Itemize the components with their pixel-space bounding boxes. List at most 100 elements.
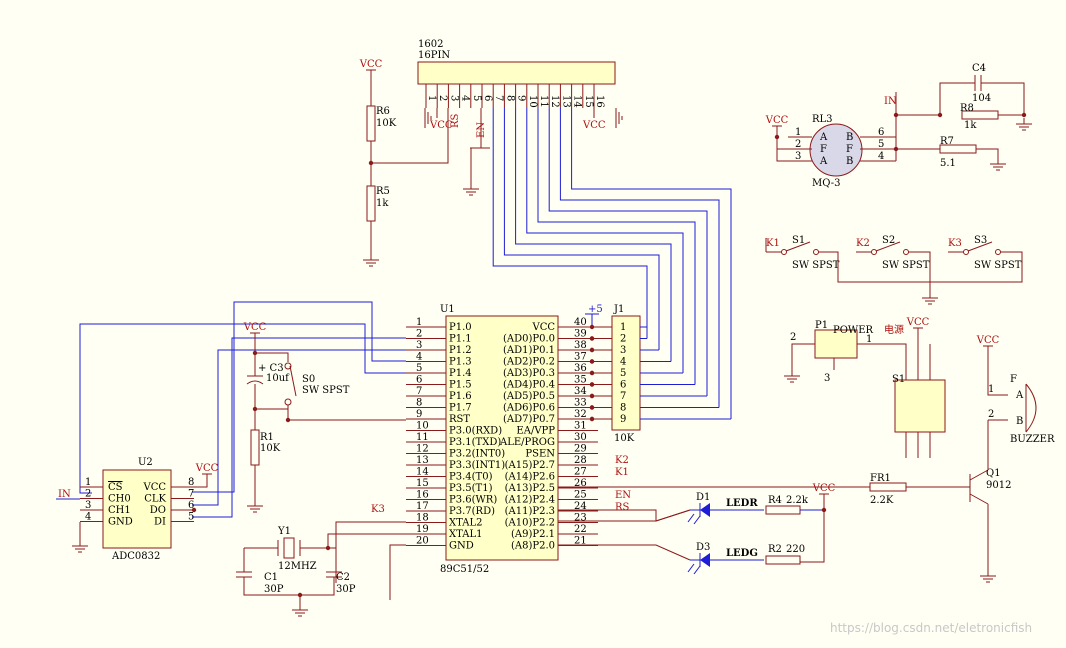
vcc-label: VCC	[243, 322, 267, 333]
lcd-pin-number: 10	[527, 95, 538, 108]
mq3-letter: F	[846, 144, 853, 155]
mcu-pin-number: 20	[416, 536, 429, 547]
adc-pin-number: 2	[85, 489, 91, 500]
net-en: EN	[615, 490, 631, 501]
mcu-pin-number: 29	[574, 444, 587, 455]
q1-part: 9012	[986, 480, 1011, 491]
csdn-watermark: https://blog.csdn.net/eletronicfish	[830, 621, 1032, 635]
mcu-pin-name: P3.5(T1)	[449, 483, 493, 494]
p1-ref: P1	[815, 320, 828, 331]
adc-pin-name: VCC	[142, 482, 166, 493]
mcu-pin-name: (A8)P2.0	[511, 541, 555, 552]
schematic-canvas: 1602 16PIN 1 2 3 4 5 6 7 8 9 10 11 12 13 14 15 16 VCC VCC RS…	[0, 0, 1066, 648]
r7-value: 5.1	[940, 158, 956, 169]
lcd-pin-number: 13	[560, 95, 571, 108]
mcu-pin-name: (AD2)P0.2	[503, 357, 555, 368]
j1-pin-number: 6	[620, 380, 626, 391]
adc-pin-number: 3	[85, 500, 91, 511]
c4-ref: C4	[972, 63, 986, 74]
j1-pin-number: 7	[620, 391, 626, 402]
resistor-body	[765, 505, 801, 515]
mcu-pin-name: GND	[449, 541, 474, 552]
mcu-pin-number: 25	[574, 490, 587, 501]
c1-value: 30P	[264, 584, 284, 595]
crystal-body	[283, 537, 295, 559]
fr1-value: 2.2K	[870, 495, 894, 506]
s1-value: SW SPST	[792, 260, 840, 271]
r4-value: 2.2k	[786, 495, 809, 506]
resistor-body	[250, 429, 260, 466]
buzzer-icon	[1025, 383, 1037, 433]
mcu-pin-name: P3.0(RXD)	[449, 426, 502, 437]
fr1-ref: FR1	[870, 473, 891, 484]
lcd-name: 1602	[418, 39, 443, 50]
wire	[693, 515, 701, 525]
lcd-rs-label: RS	[450, 113, 461, 128]
net-rs: RS	[615, 502, 630, 513]
mcu-pin-name: P3.4(T0)	[449, 472, 493, 483]
mcu-pin-name: XTAL1	[449, 529, 482, 540]
lcd-pin-number: 3	[448, 95, 459, 101]
j1-pin-number: 9	[620, 414, 626, 425]
lcd-pin-number: 14	[572, 95, 583, 108]
mcu-pin-name: P1.4	[449, 368, 472, 379]
led-label: LEDR	[726, 498, 758, 509]
s3-value: SW SPST	[974, 260, 1022, 271]
circuit-schematic: 160216PIN1 2 3 4 5 6 7 8 9 10 11 12 13 14 15 16VCC VCCRS…	[56, 39, 1055, 635]
buzzer-b: B	[1016, 416, 1023, 427]
r2-ref: R2	[768, 544, 782, 555]
mcu-pin-name: P3.1(TXD)	[449, 437, 501, 448]
mcu-pin-number: 3	[416, 340, 422, 351]
mcu-pin-number: 4	[416, 352, 422, 363]
junction-dot	[589, 324, 595, 330]
mcu-pin-name: XTAL2	[449, 518, 482, 529]
adc-pin-number: 5	[188, 512, 194, 523]
wire	[687, 563, 695, 573]
wire	[389, 544, 406, 600]
lcd-pin-number: 7	[493, 95, 504, 101]
mcu-ref: U1	[440, 304, 455, 315]
junction-dot	[589, 416, 595, 422]
p1-pin2: 2	[790, 332, 796, 343]
y1-ref: Y1	[277, 526, 291, 537]
mcu-pin-name: ALE/PROG	[499, 437, 555, 448]
mq3-letter: B	[846, 132, 853, 143]
lcd-pin-number: 16	[594, 95, 605, 108]
c2-value: 30P	[336, 584, 356, 595]
mq3-in-label: IN	[884, 96, 897, 107]
switch-contact	[995, 249, 1001, 255]
j1-pin-number: 4	[620, 357, 626, 368]
vcc-label: VCC	[976, 335, 1000, 346]
buzzer-a: A	[1015, 390, 1024, 401]
junction-dot	[589, 405, 595, 410]
net-k3: K3	[371, 504, 385, 515]
mcu-pin-number: 39	[574, 329, 587, 340]
buzzer-name: BUZZER	[1010, 434, 1055, 445]
mq3-letter: F	[820, 144, 827, 155]
mcu-pin-number: 16	[416, 490, 429, 501]
adc-pin-name: CH1	[108, 505, 131, 516]
r7-ref: R7	[940, 136, 954, 147]
wire	[255, 352, 289, 362]
r8-value: 1k	[964, 120, 977, 131]
junction-dot	[589, 370, 595, 376]
c3-value: 10uf	[266, 373, 290, 384]
adc-pin-number: 7	[188, 489, 194, 500]
transistor-emitter	[969, 493, 989, 505]
adc-pin-number: 1	[85, 477, 91, 488]
s3-ref: S3	[974, 235, 987, 246]
mcu-pin-number: 12	[416, 444, 429, 455]
lcd-pin-number: 8	[504, 95, 515, 101]
mcu-pin-number: 18	[416, 513, 429, 524]
s0-value: SW SPST	[302, 385, 350, 396]
led-icon	[700, 503, 710, 517]
mcu-pin-number: 22	[574, 524, 587, 535]
c4-value: 104	[972, 93, 991, 104]
adc-part: ADC0832	[111, 551, 160, 562]
junction-dot	[368, 160, 374, 166]
lcd-pin-number: 9	[516, 95, 527, 101]
p1-pin3: 3	[824, 373, 830, 384]
buzzer-pin2: 2	[988, 409, 994, 420]
mcu-pin-number: 1	[416, 317, 422, 328]
resistor-body	[765, 555, 801, 565]
